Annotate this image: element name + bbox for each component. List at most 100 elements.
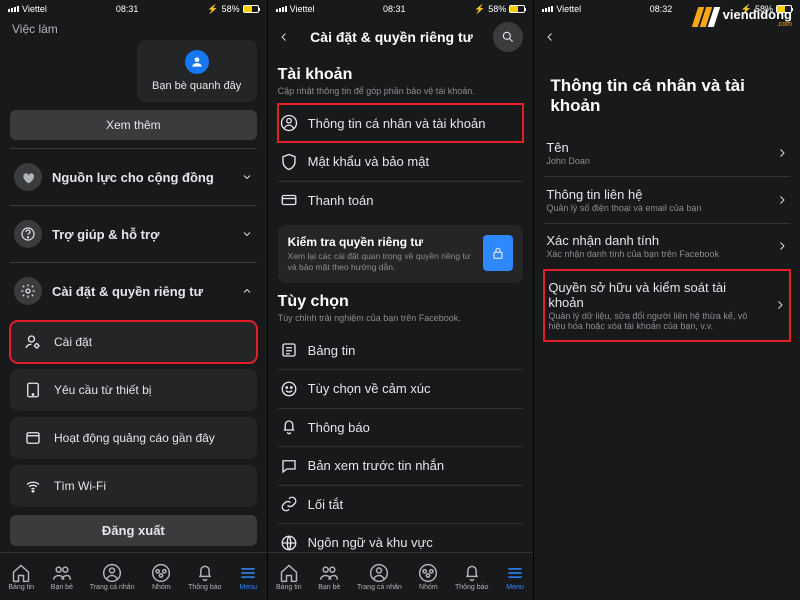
account-section-sub: Cập nhật thông tin để góp phần bảo vệ tà…: [278, 86, 524, 96]
contact-info-row[interactable]: Thông tin liên hệ Quản lý số điện thoại …: [544, 177, 790, 223]
heart-hands-icon: [14, 163, 42, 191]
battery-icon: [509, 5, 525, 13]
smile-icon: [280, 380, 298, 398]
profile-icon: [102, 563, 122, 583]
back-button[interactable]: [544, 31, 556, 43]
chevron-down-icon: [241, 228, 253, 240]
password-security-row[interactable]: Mật khẩu và bảo mật: [278, 143, 524, 181]
chevron-down-icon: [241, 171, 253, 183]
feed-prefs-row[interactable]: Bảng tin: [278, 331, 524, 369]
find-wifi-card[interactable]: Tìm Wi-Fi: [10, 465, 257, 507]
nav-menu[interactable]: Menu: [238, 563, 258, 591]
panel-personal-info: Viettel 08:32 ⚡58% Thông tin cá nhân và …: [533, 0, 800, 600]
nav-groups[interactable]: Nhóm: [418, 563, 438, 591]
battery-icon: [243, 5, 259, 13]
name-row[interactable]: Tên John Doan: [544, 130, 790, 176]
reaction-prefs-row[interactable]: Tùy chọn về cảm xúc: [278, 370, 524, 408]
jobs-label: Việc làm: [10, 18, 257, 40]
friends-icon: [52, 563, 72, 583]
help-support-row[interactable]: Trợ giúp & hỗ trợ: [10, 210, 257, 258]
nav-notifications[interactable]: Thông báo: [455, 563, 488, 591]
preferences-section-sub: Tùy chỉnh trải nghiệm của bạn trên Faceb…: [278, 313, 524, 323]
device-requests-card[interactable]: Yêu cầu từ thiết bị: [10, 369, 257, 411]
privacy-checkup-card[interactable]: Kiểm tra quyền riêng tư Xem lại các cài …: [278, 225, 524, 283]
nav-notifications[interactable]: Thông báo: [188, 563, 221, 591]
community-resources-row[interactable]: Nguồn lực cho cộng đồng: [10, 153, 257, 201]
device-icon: [22, 379, 44, 401]
ads-icon: [22, 427, 44, 449]
nearby-label: Bạn bè quanh đây: [152, 80, 241, 92]
lock-badge-icon: [483, 235, 513, 271]
chevron-right-icon: [776, 240, 788, 252]
search-icon: [501, 30, 515, 44]
payments-row[interactable]: Thanh toán: [278, 181, 524, 219]
recent-ads-label: Hoạt động quảng cáo gần đây: [54, 431, 215, 445]
card-icon: [280, 191, 298, 209]
community-label: Nguồn lực cho cộng đồng: [52, 170, 231, 185]
person-gear-icon: [22, 331, 44, 353]
panel-menu: Viettel 08:31 ⚡58% Việc làm Bạn bè quanh…: [0, 0, 267, 600]
nav-friends[interactable]: Bạn bè: [318, 563, 340, 591]
nav-friends[interactable]: Bạn bè: [51, 563, 73, 591]
carrier-text: Viettel: [22, 4, 47, 14]
recent-ads-card[interactable]: Hoạt động quảng cáo gần đây: [10, 417, 257, 459]
nav-feed[interactable]: Bảng tin: [276, 563, 302, 591]
account-ownership-row[interactable]: Quyền sở hữu và kiểm soát tài khoản Quản…: [544, 270, 790, 341]
settings-label: Cài đặt: [54, 335, 92, 349]
clock-text: 08:32: [650, 4, 673, 14]
help-label: Trợ giúp & hỗ trợ: [52, 227, 231, 242]
search-button[interactable]: [493, 22, 523, 52]
nearby-friends-card[interactable]: Bạn bè quanh đây: [137, 40, 257, 102]
nav-profile[interactable]: Trang cá nhân: [357, 563, 402, 591]
nav-profile[interactable]: Trang cá nhân: [90, 563, 135, 591]
chat-icon: [280, 457, 298, 475]
bell-icon: [195, 563, 215, 583]
chevron-right-icon: [776, 147, 788, 159]
globe-icon: [280, 534, 298, 552]
signal-icon: [8, 6, 19, 12]
watermark-com: .com: [723, 21, 792, 28]
chevron-right-icon: [774, 299, 786, 311]
notification-prefs-row[interactable]: Thông báo: [278, 408, 524, 446]
back-button[interactable]: [278, 31, 290, 43]
settings-privacy-row[interactable]: Cài đặt & quyền riêng tư: [10, 267, 257, 315]
find-wifi-label: Tìm Wi-Fi: [54, 479, 106, 493]
see-more-button[interactable]: Xem thêm: [10, 110, 257, 140]
bottom-nav: Bảng tin Bạn bè Trang cá nhân Nhóm Thông…: [0, 552, 267, 600]
nearby-avatar-icon: [185, 50, 209, 74]
question-icon: [14, 220, 42, 248]
preferences-section-title: Tùy chọn: [278, 293, 524, 311]
page-title: Cài đặt & quyền riêng tư: [300, 29, 484, 45]
nav-menu[interactable]: Menu: [505, 563, 525, 591]
shield-icon: [280, 153, 298, 171]
privacy-check-title: Kiểm tra quyền riêng tư: [288, 235, 474, 249]
bell-icon: [280, 418, 298, 436]
privacy-check-sub: Xem lại các cài đặt quan trọng về quyền …: [288, 251, 474, 273]
language-row[interactable]: Ngôn ngữ và khu vực: [278, 524, 524, 552]
message-preview-row[interactable]: Bản xem trước tin nhắn: [278, 447, 524, 485]
clock-text: 08:31: [383, 4, 406, 14]
nav-feed[interactable]: Bảng tin: [8, 563, 34, 591]
menu-icon: [238, 563, 258, 583]
brand-watermark: viendidong .com: [695, 6, 792, 28]
settings-card[interactable]: Cài đặt: [10, 321, 257, 363]
identity-confirmation-row[interactable]: Xác nhận danh tính Xác nhận danh tính củ…: [544, 223, 790, 269]
battery-text: 58%: [222, 4, 240, 14]
shortcuts-row[interactable]: Lối tắt: [278, 485, 524, 523]
feed-icon: [280, 341, 298, 359]
logout-button[interactable]: Đăng xuất: [10, 515, 257, 546]
status-bar: Viettel 08:31 ⚡58%: [268, 0, 534, 18]
nav-groups[interactable]: Nhóm: [151, 563, 171, 591]
home-icon: [11, 563, 31, 583]
watermark-text: viendidong: [723, 7, 792, 22]
signal-icon: [276, 6, 287, 12]
chevron-right-icon: [776, 194, 788, 206]
chevron-up-icon: [241, 285, 253, 297]
page-title: Thông tin cá nhân và tài khoản: [550, 76, 784, 116]
status-bar: Viettel 08:31 ⚡58%: [0, 0, 267, 18]
person-circle-icon: [280, 114, 298, 132]
link-icon: [280, 495, 298, 513]
bottom-nav: Bảng tin Bạn bè Trang cá nhân Nhóm Thông…: [268, 552, 534, 600]
personal-info-row[interactable]: Thông tin cá nhân và tài khoản: [278, 104, 524, 142]
groups-icon: [151, 563, 171, 583]
